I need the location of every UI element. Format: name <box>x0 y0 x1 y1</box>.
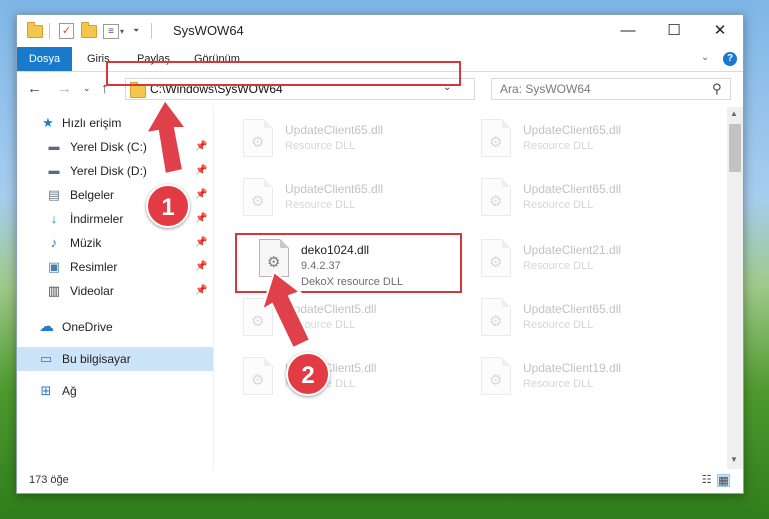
callout-arrow-1 <box>144 98 188 176</box>
callout-badge-1: 1 <box>146 184 190 228</box>
callout-badge-2: 2 <box>286 352 330 396</box>
callout-arrows <box>144 98 312 350</box>
callout-arrow-2 <box>260 270 312 350</box>
